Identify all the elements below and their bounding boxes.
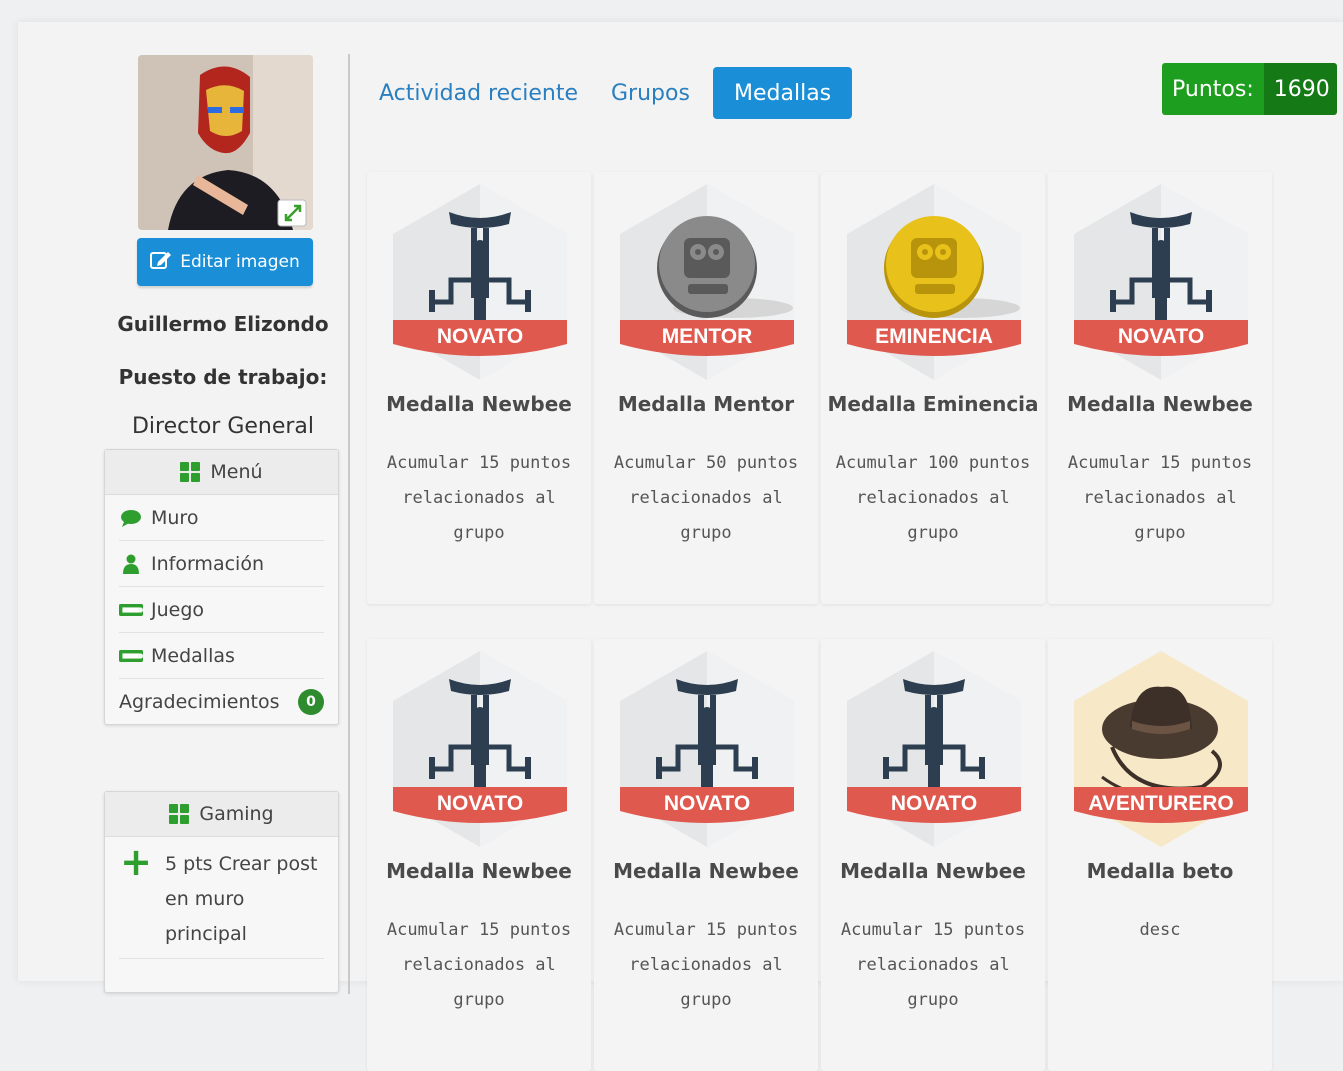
gaming-title: Gaming bbox=[199, 803, 274, 825]
medal-title: Medalla Newbee bbox=[386, 392, 572, 416]
medal-description: Acumular 15 puntos relacionados al grupo bbox=[377, 913, 581, 1018]
medal-description: Acumular 15 puntos relacionados al grupo bbox=[831, 913, 1035, 1018]
medal-description-line: Acumular 15 puntos bbox=[386, 920, 572, 940]
medal-description: Acumular 15 puntos relacionados al grupo bbox=[604, 913, 808, 1018]
edit-image-label: Editar imagen bbox=[180, 252, 300, 272]
tricycle-icon: NOVATO bbox=[1074, 184, 1248, 380]
avatar bbox=[138, 55, 313, 230]
medal-title: Medalla Mentor bbox=[617, 392, 795, 416]
avatar-image bbox=[138, 55, 313, 230]
plus-icon: + bbox=[120, 840, 152, 884]
job-title-label: Puesto de trabajo: bbox=[118, 365, 328, 389]
medal-description-line: relacionados al grupo bbox=[629, 955, 783, 1010]
svg-text:EMINENCIA: EMINENCIA bbox=[875, 325, 993, 348]
medal-description-line: relacionados al grupo bbox=[629, 488, 783, 543]
medal-description-line: Acumular 15 puntos bbox=[840, 920, 1026, 940]
chat-bubble-icon bbox=[119, 509, 143, 527]
tab-grupos[interactable]: Grupos bbox=[590, 67, 711, 119]
svg-text:NOVATO: NOVATO bbox=[1118, 325, 1204, 348]
gaming-header: Gaming bbox=[105, 792, 338, 837]
menu-item-label: Agradecimientos bbox=[119, 690, 280, 713]
cowboy-hat-icon: AVENTURERO bbox=[1074, 651, 1248, 847]
points-badge: Puntos: 1690 bbox=[1162, 63, 1337, 115]
owl-coin-silver-icon: MENTOR bbox=[620, 184, 794, 380]
tricycle-icon: NOVATO bbox=[393, 184, 567, 380]
medal-description-line: relacionados al grupo bbox=[402, 955, 556, 1010]
svg-text:AVENTURERO: AVENTURERO bbox=[1088, 792, 1233, 815]
medal-card[interactable]: NOVATO Medalla Newbee Acumular 15 puntos re… bbox=[1048, 172, 1272, 604]
menu-item-label: Medallas bbox=[151, 644, 235, 667]
grid-icon bbox=[169, 804, 190, 824]
menu-item-medallas[interactable]: Medallas bbox=[119, 633, 324, 679]
medal-description-line: Acumular 15 puntos bbox=[1067, 453, 1253, 473]
profile-page: Editar imagen Guillermo Elizondo Puesto … bbox=[18, 22, 1343, 1071]
menu-item-muro[interactable]: Muro bbox=[119, 495, 324, 541]
gaming-panel: Gaming + 5 pts Crear post en muro princi… bbox=[104, 791, 339, 993]
menu-panel: Menú Muro Información Juego Medallas Agr… bbox=[104, 449, 339, 725]
medal-card[interactable]: AVENTURERO Medalla beto desc bbox=[1048, 639, 1272, 1071]
medal-description-line: Acumular 50 puntos bbox=[613, 453, 799, 473]
tab-actividad-reciente[interactable]: Actividad reciente bbox=[358, 67, 599, 119]
tricycle-icon: NOVATO bbox=[620, 651, 794, 847]
medal-description: Acumular 15 puntos relacionados al grupo bbox=[377, 446, 581, 551]
count-badge: 0 bbox=[298, 688, 324, 715]
ticket-icon bbox=[119, 648, 143, 664]
medal-card[interactable]: EMINENCIA Medalla Eminencia Acumular 100 p… bbox=[821, 172, 1045, 604]
profile-name: Guillermo Elizondo bbox=[117, 312, 329, 336]
menu-item-label: Información bbox=[151, 552, 264, 575]
svg-text:NOVATO: NOVATO bbox=[891, 792, 977, 815]
medal-description: Acumular 50 puntos relacionados al grupo bbox=[604, 446, 808, 551]
medal-card[interactable]: NOVATO Medalla Newbee Acumular 15 puntos re… bbox=[367, 172, 591, 604]
medal-card[interactable]: NOVATO Medalla Newbee Acumular 15 puntos re… bbox=[821, 639, 1045, 1071]
svg-text:NOVATO: NOVATO bbox=[664, 792, 750, 815]
medal-description-line: relacionados al grupo bbox=[856, 488, 1010, 543]
edit-icon bbox=[150, 250, 172, 275]
medal-description-line: desc bbox=[1139, 920, 1181, 940]
grid-icon bbox=[180, 462, 201, 482]
user-icon bbox=[119, 554, 143, 574]
medal-title: Medalla Newbee bbox=[386, 859, 572, 883]
medal-description-line: Acumular 100 puntos bbox=[835, 453, 1031, 473]
menu-item-juego[interactable]: Juego bbox=[119, 587, 324, 633]
gaming-item-line: 5 pts Crear post bbox=[165, 853, 318, 875]
job-title-value: Director General bbox=[131, 414, 315, 439]
column-divider bbox=[348, 54, 350, 994]
menu-title: Menú bbox=[210, 461, 263, 483]
medal-description-line: Acumular 15 puntos bbox=[613, 920, 799, 940]
medal-card[interactable]: NOVATO Medalla Newbee Acumular 15 puntos re… bbox=[367, 639, 591, 1071]
medal-description: Acumular 15 puntos relacionados al grupo bbox=[1058, 446, 1262, 551]
svg-text:MENTOR: MENTOR bbox=[662, 325, 753, 348]
edit-image-button[interactable]: Editar imagen bbox=[137, 238, 313, 286]
medal-description: Acumular 100 puntos relacionados al grupo bbox=[831, 446, 1035, 551]
tricycle-icon: NOVATO bbox=[847, 651, 1021, 847]
menu-item-label: Juego bbox=[151, 598, 205, 621]
gaming-item-line: principal bbox=[165, 923, 247, 945]
medal-title: Medalla Newbee bbox=[613, 859, 799, 883]
ticket-icon bbox=[119, 602, 143, 618]
medal-card[interactable]: NOVATO Medalla Newbee Acumular 15 puntos re… bbox=[594, 639, 818, 1071]
tricycle-icon: NOVATO bbox=[393, 651, 567, 847]
medal-description: desc bbox=[1058, 913, 1262, 948]
medal-card[interactable]: MENTOR Medalla Mentor Acumular 50 puntos re… bbox=[594, 172, 818, 604]
medal-title: Medalla Newbee bbox=[1067, 392, 1253, 416]
points-value: 1690 bbox=[1263, 63, 1337, 115]
gaming-action-item: + 5 pts Crear post en muro principal bbox=[119, 837, 324, 959]
medal-title: Medalla Eminencia bbox=[827, 392, 1039, 416]
svg-text:NOVATO: NOVATO bbox=[437, 792, 523, 815]
gaming-item-line: en muro bbox=[165, 888, 245, 910]
medal-title: Medalla beto bbox=[1086, 859, 1234, 883]
medal-description-line: Acumular 15 puntos bbox=[386, 453, 572, 473]
tab-medallas[interactable]: Medallas bbox=[713, 67, 853, 119]
points-label: Puntos: bbox=[1162, 63, 1264, 115]
medal-description-line: relacionados al grupo bbox=[1083, 488, 1237, 543]
menu-item-label: Muro bbox=[151, 506, 199, 529]
medal-description-line: relacionados al grupo bbox=[402, 488, 556, 543]
owl-coin-gold-icon: EMINENCIA bbox=[847, 184, 1021, 380]
menu-item-agradecimientos[interactable]: Agradecimientos 0 bbox=[119, 679, 324, 724]
medal-title: Medalla Newbee bbox=[840, 859, 1026, 883]
menu-item-informacion[interactable]: Información bbox=[119, 541, 324, 587]
svg-text:NOVATO: NOVATO bbox=[437, 325, 523, 348]
medal-description-line: relacionados al grupo bbox=[856, 955, 1010, 1010]
menu-header: Menú bbox=[105, 450, 338, 495]
